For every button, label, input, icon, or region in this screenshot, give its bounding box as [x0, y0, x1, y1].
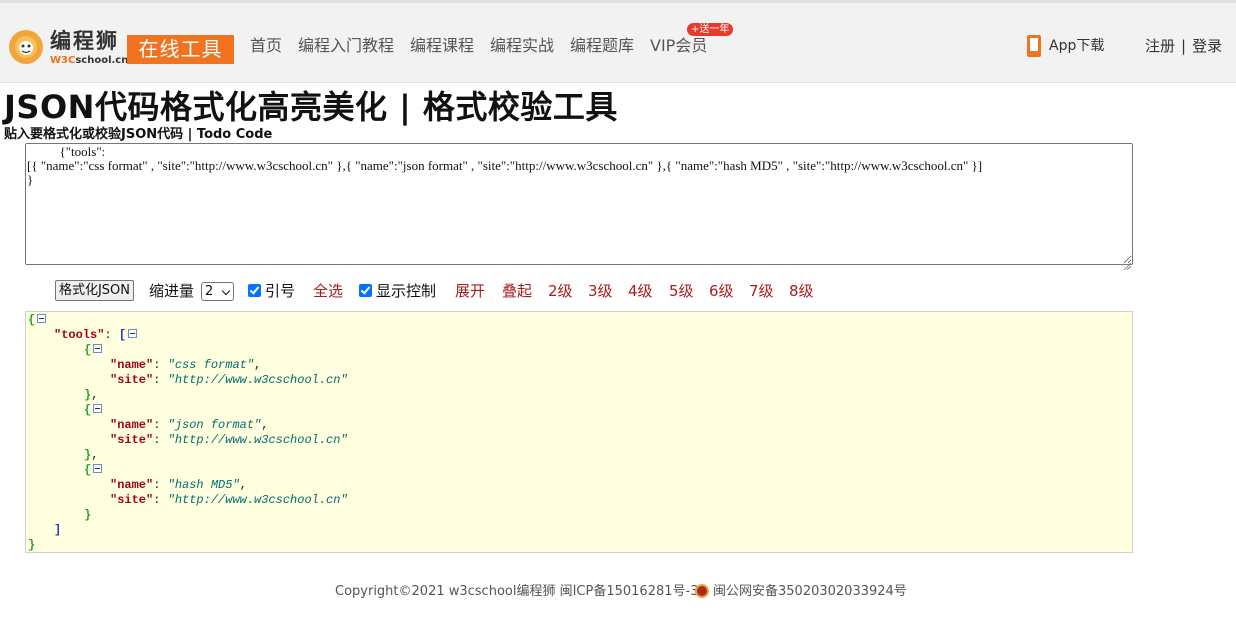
footer-copyright[interactable]: Copyright©2021 w3cschool编程狮 闽ICP备1501628… — [335, 582, 698, 602]
logo-title: 编程狮 — [50, 29, 119, 53]
nav-item-question-bank[interactable]: 编程题库 — [570, 35, 634, 57]
json-input-textarea[interactable]: {"tools": [{ "name":"css format" , "site… — [25, 143, 1133, 265]
footer-police-record[interactable]: 闽公网安备35020302033924号 — [713, 582, 907, 602]
json-field-line: "site": "http://www.w3cschool.cn" — [110, 433, 348, 447]
site-header: 编程狮 W3Cschool.cn 在线工具 首页 编程入门教程 编程课程 编程实… — [0, 0, 1236, 83]
show-controls-checkbox[interactable] — [359, 284, 372, 297]
login-link[interactable]: 登录 — [1192, 37, 1222, 55]
json-tools-line: "tools": [ — [54, 328, 138, 343]
lion-logo-icon — [9, 30, 43, 64]
json-root-open: { — [28, 313, 47, 328]
show-controls-label: 显示控制 — [376, 282, 437, 300]
nav-item-courses[interactable]: 编程课程 — [410, 35, 474, 57]
register-link[interactable]: 注册 — [1145, 37, 1175, 55]
auth-links: 注册 | 登录 — [1145, 35, 1222, 57]
format-toolbar: 格式化JSON 缩进量 2 引号 全选 显示控制 展开 叠起 2级 3级 4级 … — [55, 280, 955, 302]
level-link-7[interactable]: 7级 — [749, 280, 774, 302]
level-link-3[interactable]: 3级 — [588, 280, 613, 302]
json-field-line: "name": "css format", — [110, 358, 262, 372]
quotes-label: 引号 — [265, 282, 296, 300]
resize-grip-icon — [1123, 262, 1132, 271]
indent-label: 缩进量 — [149, 282, 195, 300]
logo-sub-brand: W3C — [50, 55, 76, 66]
json-item-open: { — [84, 343, 103, 358]
json-item-close: }, — [84, 388, 99, 402]
collapse-all-link[interactable]: 叠起 — [502, 280, 532, 302]
level-link-8[interactable]: 8级 — [789, 280, 814, 302]
json-field-line: "site": "http://www.w3cschool.cn" — [110, 493, 348, 507]
level-link-6[interactable]: 6级 — [709, 280, 734, 302]
quotes-checkbox[interactable] — [248, 284, 261, 297]
json-item-open: { — [84, 403, 103, 418]
indent-select-value: 2 — [205, 284, 214, 299]
collapse-toggle-icon[interactable] — [93, 464, 103, 474]
select-all-link[interactable]: 全选 — [313, 280, 343, 302]
police-badge-icon — [695, 584, 709, 598]
json-item-close: }, — [84, 448, 99, 462]
auth-separator: | — [1181, 37, 1187, 55]
nav-item-vip[interactable]: VIP会员 — [650, 35, 707, 57]
nav-item-tutorials[interactable]: 编程入门教程 — [298, 35, 394, 57]
nav-item-home[interactable]: 首页 — [250, 35, 282, 57]
level-link-5[interactable]: 5级 — [669, 280, 694, 302]
vip-promo-badge: +送一年 — [687, 23, 734, 36]
json-item-open: { — [84, 463, 103, 478]
json-root-close: } — [28, 538, 36, 552]
collapse-toggle-icon[interactable] — [93, 344, 103, 354]
indent-select[interactable]: 2 — [201, 282, 234, 301]
format-json-button[interactable]: 格式化JSON — [55, 280, 134, 301]
logo-subtitle: W3Cschool.cn — [50, 55, 128, 67]
expand-all-link[interactable]: 展开 — [455, 280, 485, 302]
app-download-label: App下载 — [1049, 38, 1105, 54]
site-footer: Copyright©2021 w3cschool编程狮 闽ICP备1501628… — [0, 582, 1236, 602]
textarea-resize-grip[interactable] — [1123, 255, 1132, 271]
collapse-toggle-icon[interactable] — [93, 404, 103, 414]
nav-item-practice[interactable]: 编程实战 — [490, 35, 554, 57]
phone-icon — [1027, 35, 1041, 57]
json-item-close: } — [84, 508, 92, 522]
collapse-toggle-icon[interactable] — [37, 314, 47, 324]
online-tools-badge[interactable]: 在线工具 — [127, 35, 234, 64]
json-field-line: "site": "http://www.w3cschool.cn" — [110, 373, 348, 387]
level-link-4[interactable]: 4级 — [628, 280, 653, 302]
page-title: JSON代码格式化高亮美化 | 格式校验工具 — [4, 88, 618, 126]
collapse-toggle-icon[interactable] — [128, 329, 138, 339]
json-array-close: ] — [54, 523, 62, 537]
input-label: 贴入要格式化或校验JSON代码 | Todo Code — [4, 127, 273, 142]
logo-sub-rest: school.cn — [75, 55, 129, 66]
json-output-panel: { "tools": [ { "name": "css format", "si… — [25, 311, 1133, 553]
level-link-2[interactable]: 2级 — [548, 280, 573, 302]
json-field-line: "name": "hash MD5", — [110, 478, 247, 492]
json-field-line: "name": "json format", — [110, 418, 269, 432]
